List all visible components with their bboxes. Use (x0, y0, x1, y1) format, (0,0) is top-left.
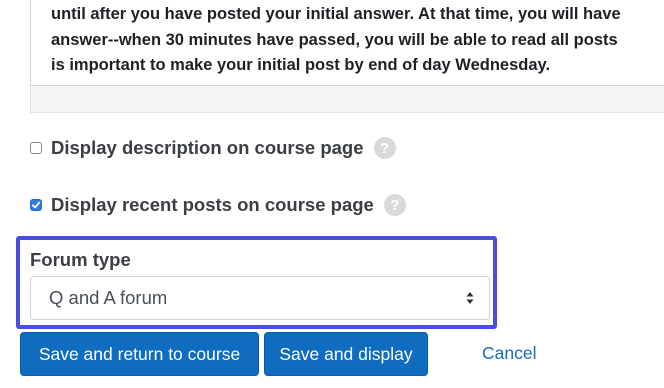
description-line: is important to make your initial post b… (51, 56, 551, 74)
forum-type-label: Forum type (30, 249, 131, 270)
cancel-link[interactable]: Cancel (482, 343, 536, 364)
save-and-display-button[interactable]: Save and display (264, 332, 428, 376)
checkmark-icon (31, 201, 41, 209)
save-and-return-button[interactable]: Save and return to course (20, 332, 259, 376)
editor-status-bar (30, 86, 664, 113)
display-recent-posts-row: Display recent posts on course page ? (30, 192, 406, 218)
help-icon[interactable]: ? (373, 137, 396, 159)
description-line: until after you have posted your initial… (51, 5, 621, 23)
display-recent-posts-checkbox[interactable] (30, 199, 42, 211)
description-editor[interactable]: until after you have posted your initial… (30, 0, 664, 86)
display-description-label[interactable]: Display description on course page (51, 137, 364, 159)
description-line: answer--when 30 minutes have passed, you… (51, 30, 618, 49)
display-description-checkbox[interactable] (30, 142, 42, 154)
display-description-row: Display description on course page ? (30, 135, 396, 161)
forum-type-selected-value: Q and A forum (49, 287, 168, 308)
forum-type-select[interactable]: Q and A forum (30, 276, 490, 320)
select-arrows-icon (466, 292, 474, 304)
display-recent-posts-label[interactable]: Display recent posts on course page (51, 194, 374, 216)
forum-settings-page: until after you have posted your initial… (0, 0, 664, 388)
help-icon[interactable]: ? (383, 194, 406, 216)
